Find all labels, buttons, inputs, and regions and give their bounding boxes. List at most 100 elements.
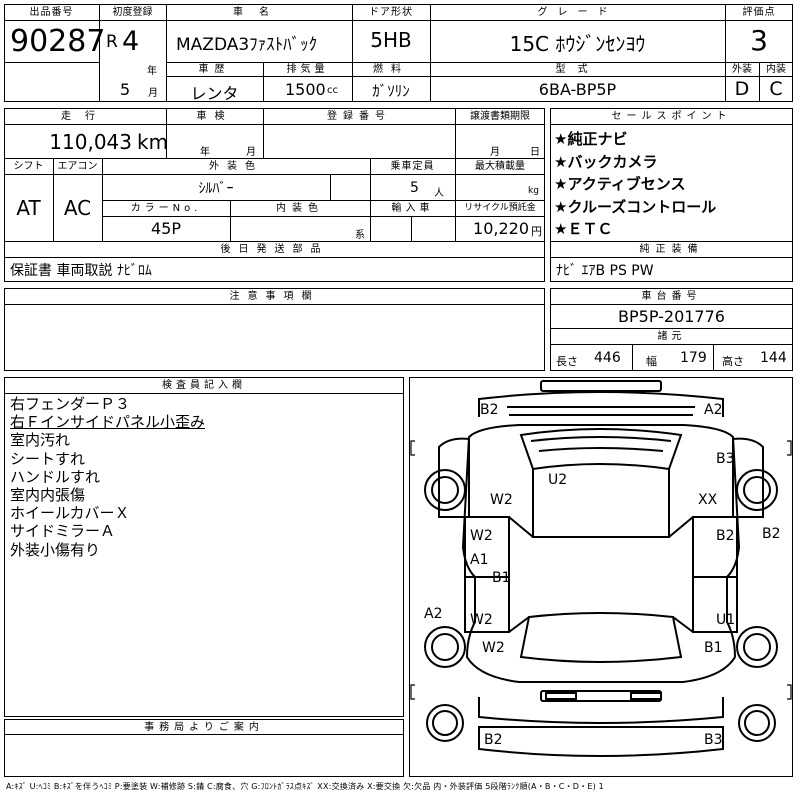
sales-points-header: セールスポイント <box>611 111 732 122</box>
divider <box>550 241 793 242</box>
mark-front-right: A2 <box>704 402 723 418</box>
later-parts-value: 保証書 車両取説 ﾅﾋﾞﾛﾑ <box>10 263 152 279</box>
inspector-notes: 右フェンダーＰ３ 右Ｆインサイドパネル小歪み 室内汚れ シートすれ ハンドルすれ… <box>10 395 205 559</box>
bracket-right-top <box>787 440 792 456</box>
capacity-header: 乗車定員 <box>390 161 435 172</box>
wheel-rear-left-inner <box>431 633 459 661</box>
car-diagram <box>410 380 792 757</box>
mileage-value: 110,043 <box>49 130 132 154</box>
first-reg-era: R <box>106 32 118 52</box>
inspector-line: 右Ｆインサイドパネル小歪み <box>10 413 206 432</box>
divider <box>550 304 793 305</box>
exterior-grade-header: 外装 <box>732 64 752 75</box>
displacement-unit: cc <box>327 85 338 96</box>
door-value: 5HB <box>370 28 412 52</box>
doc-deadline-month-unit: 月 <box>490 147 500 158</box>
sales-point-item: ★バックカメラ <box>554 152 658 171</box>
divider <box>4 257 545 258</box>
first-reg-year: 4 <box>122 26 140 57</box>
sales-point-item: ★アクティブセンス <box>554 175 686 193</box>
grade-value: 15C ﾎｳｼﾞﾝｾﾝﾖｳ <box>509 32 646 56</box>
first-reg-header: 初度登録 <box>112 7 153 18</box>
front-grille <box>507 406 695 416</box>
divider <box>4 241 545 242</box>
width-value: 179 <box>680 350 707 366</box>
length-value: 446 <box>594 350 621 366</box>
divider <box>411 216 412 241</box>
displacement-value: 1500 <box>285 80 326 99</box>
mark-roof: U2 <box>548 472 568 488</box>
front-plate <box>545 692 577 700</box>
history-value: レンタ <box>190 84 239 103</box>
shift-value: AT <box>16 196 41 220</box>
dims-header: 諸元 <box>657 331 686 342</box>
max-load-unit: kg <box>528 186 539 196</box>
interior-grade-value: C <box>769 78 783 100</box>
color-no-header: カラーNo. <box>130 203 202 214</box>
bracket-left-top <box>410 440 415 456</box>
rear-lower <box>478 726 724 757</box>
first-reg-month-unit: 月 <box>148 88 158 99</box>
height-label: 高さ <box>722 355 744 368</box>
legend: A:ｷｽﾞ U:ﾍｺﾐ B:ｷｽﾞを伴うﾍｺﾐ P:要塗装 W:補修跡 S:錆 … <box>6 782 604 791</box>
mark-wheel-front-right: XX <box>698 492 718 508</box>
sales-point-item: ★クルーズコントロール <box>554 197 717 216</box>
sales-points-list: ★純正ナビ ★バックカメラ ★アクティブセンス ★クルーズコントロール ★ＥＴＣ <box>554 128 716 241</box>
doc-deadline-day-unit: 日 <box>530 147 540 158</box>
car-name-value: MAZDA3ﾌｧｽﾄﾊﾞｯｸ <box>176 35 318 55</box>
model-header: 型式 <box>555 64 600 75</box>
wheel-front-left-inner <box>431 476 459 504</box>
mark-quarter-left: W2 <box>482 640 505 656</box>
mark-side-right: B2 <box>762 526 781 542</box>
inspection-month-unit: 月 <box>246 147 256 158</box>
first-reg-year-unit: 年 <box>147 66 157 77</box>
divider <box>4 124 545 125</box>
score-value: 3 <box>750 24 768 57</box>
inspector-line: 右フェンダーＰ３ <box>10 395 131 413</box>
bracket-left-bottom <box>410 684 415 700</box>
ext-color-header: 外装色 <box>209 161 263 172</box>
spare-rear-inner <box>744 710 770 736</box>
inspector-line: ホイールカバーＸ <box>10 504 130 523</box>
mark-fender-right: B3 <box>716 451 735 467</box>
divider <box>632 344 633 371</box>
first-reg-month: 5 <box>120 80 131 99</box>
mark-hood-left: W2 <box>490 492 513 508</box>
bracket-right-bottom <box>787 684 792 700</box>
rear-window <box>519 612 683 663</box>
divider <box>713 344 714 371</box>
divider <box>4 304 545 305</box>
history-header: 車歴 <box>198 64 231 75</box>
divider <box>4 158 545 159</box>
inspector-line: 室内汚れ <box>10 431 71 450</box>
divider <box>102 216 545 217</box>
mark-center: B1 <box>492 570 511 586</box>
windshield-trim <box>530 436 672 452</box>
mileage-header: 走行 <box>61 111 109 122</box>
inspector-line: シートすれ <box>10 449 86 468</box>
mark-quarter-right: B1 <box>704 640 723 656</box>
sales-point-item: ★純正ナビ <box>554 130 628 148</box>
lot-number: 90287 <box>10 24 106 59</box>
caution-header: 注意事項欄 <box>229 291 320 302</box>
mark-side-left: A2 <box>424 606 443 622</box>
exterior-grade-value: D <box>734 78 750 100</box>
mark-door-rear-left: W2 <box>470 612 493 628</box>
height-value: 144 <box>760 350 787 366</box>
fuel-value: ｶﾞｿﾘﾝ <box>372 82 410 100</box>
mark-door-front-right: B2 <box>716 528 735 544</box>
capacity-value: 5 <box>410 180 419 196</box>
spare-front-inner <box>432 710 458 736</box>
front-bumper-outline <box>478 391 724 417</box>
mark-door-front-left: W2 <box>470 528 493 544</box>
divider <box>550 257 793 258</box>
rear-plate <box>630 692 662 700</box>
divider <box>550 124 793 125</box>
aircon-header: エアコン <box>57 161 98 172</box>
wheel-rear-right-inner <box>743 633 771 661</box>
divider <box>550 344 793 345</box>
recycle-unit: 円 <box>531 225 542 238</box>
divider <box>102 200 545 201</box>
aircon-value: AC <box>63 196 92 220</box>
car-name-header: 車名 <box>233 7 285 18</box>
